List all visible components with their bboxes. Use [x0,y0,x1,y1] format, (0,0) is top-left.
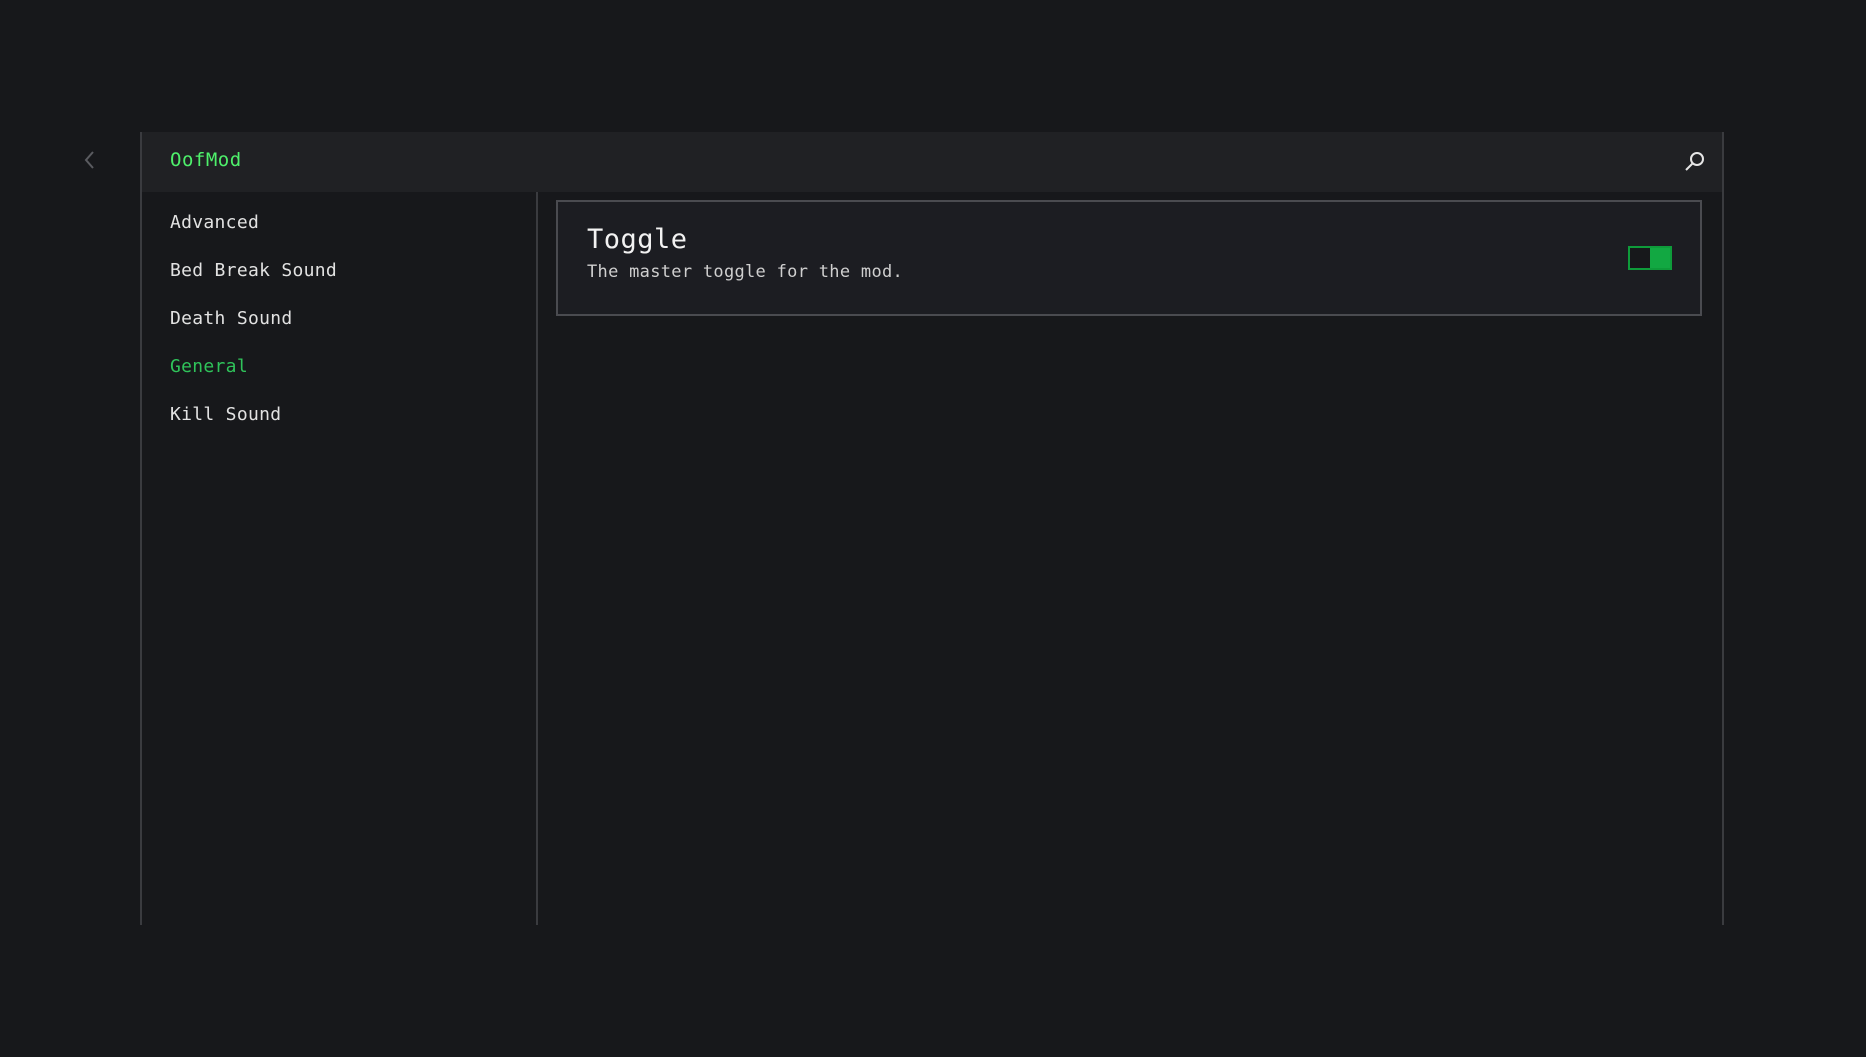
setting-description: The master toggle for the mod. [587,262,904,282]
config-window: OofMod Advanced Bed Break Sound Death So… [140,132,1724,925]
master-toggle-switch[interactable] [1628,246,1672,270]
sidebar-item-death-sound[interactable]: Death Sound [170,308,293,329]
app-title: OofMod [170,149,242,171]
search-button[interactable] [1682,149,1708,175]
sidebar-item-kill-sound[interactable]: Kill Sound [170,404,281,425]
sidebar-item-advanced[interactable]: Advanced [170,212,259,233]
category-sidebar: Advanced Bed Break Sound Death Sound Gen… [142,192,538,925]
search-icon [1682,149,1708,175]
settings-panel: Toggle The master toggle for the mod. [538,192,1722,925]
setting-card-toggle: Toggle The master toggle for the mod. [556,200,1702,316]
screen: OofMod Advanced Bed Break Sound Death So… [0,0,1866,1057]
chevron-left-icon [80,146,100,174]
toggle-knob [1650,248,1670,268]
title-bar: OofMod [142,132,1722,192]
back-button[interactable] [80,146,100,174]
sidebar-item-general[interactable]: General [170,356,248,377]
sidebar-item-bed-break-sound[interactable]: Bed Break Sound [170,260,337,281]
setting-title: Toggle [587,224,688,255]
